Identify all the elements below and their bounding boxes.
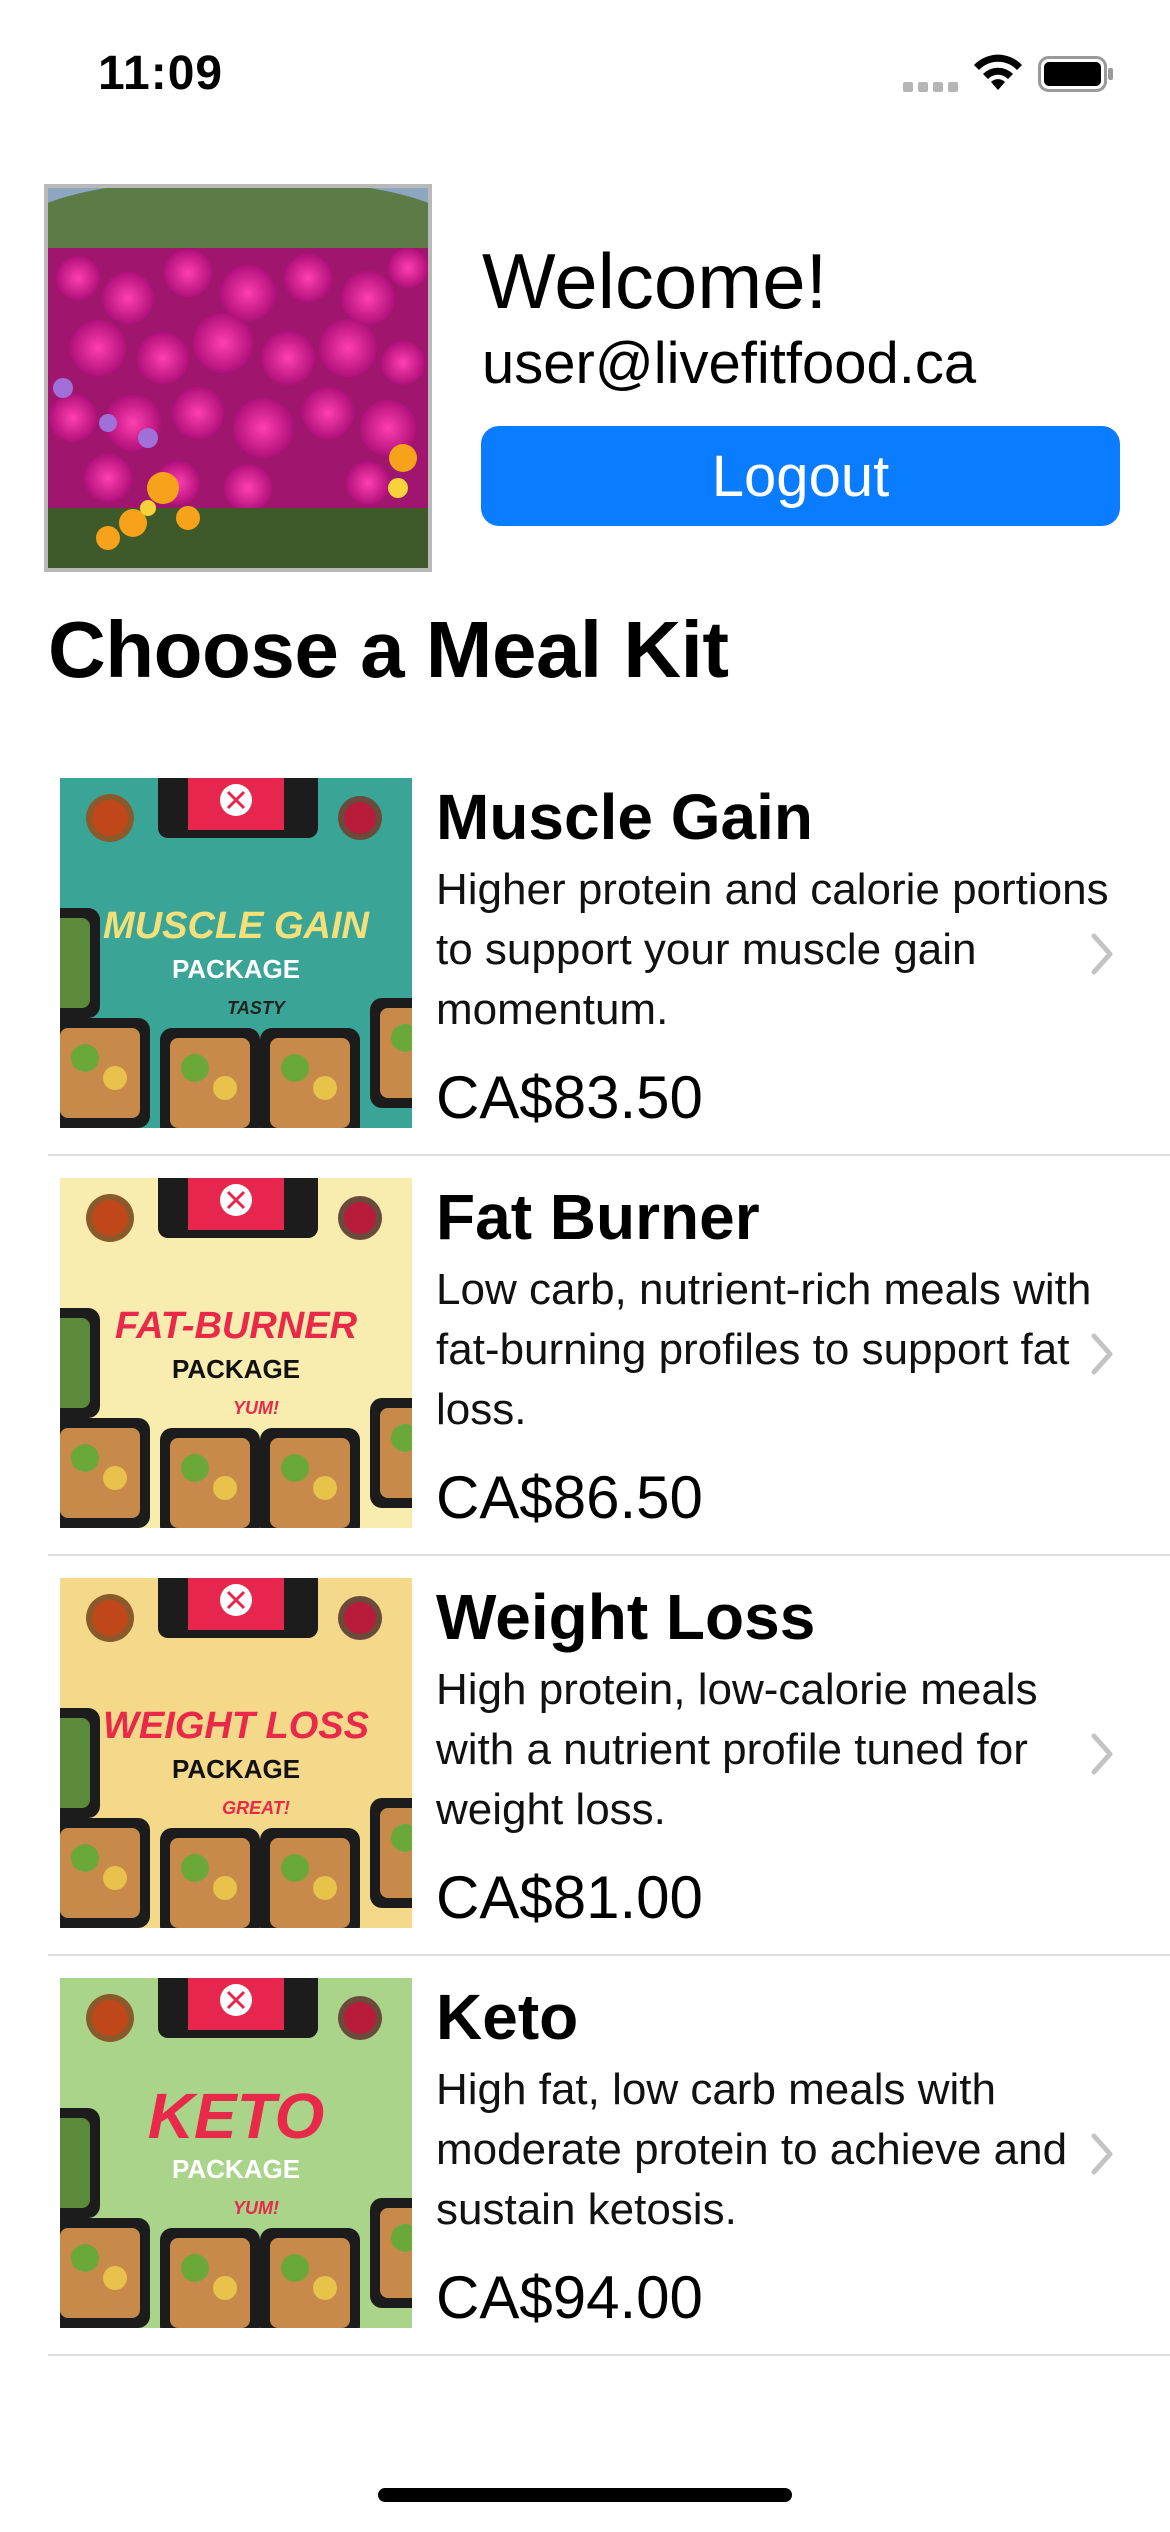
meal-image: WEIGHT LOSS PACKAGE GREAT! — [60, 1578, 412, 1928]
package-subtitle: PACKAGE — [172, 2154, 300, 2184]
status-time: 11:09 — [98, 47, 224, 100]
package-artwork: MUSCLE GAIN PACKAGE TASTY — [60, 778, 412, 1128]
meal-price: CA$81.00 — [436, 1864, 703, 1931]
package-artwork: FAT-BURNER PACKAGE YUM! — [60, 1178, 412, 1528]
chevron-right-icon — [1091, 1333, 1113, 1375]
package-subtitle: PACKAGE — [172, 954, 300, 984]
meal-price: CA$94.00 — [436, 2264, 703, 2331]
meal-name: Muscle Gain — [436, 781, 813, 853]
chevron-right-icon — [1091, 1733, 1113, 1775]
package-tag: GREAT! — [222, 1798, 290, 1818]
meal-image: KETO PACKAGE YUM! — [60, 1978, 412, 2328]
package-artwork: WEIGHT LOSS PACKAGE GREAT! — [60, 1578, 412, 1928]
meal-row[interactable]: WEIGHT LOSS PACKAGE GREAT! Weight Loss Hig… — [48, 1556, 1170, 1956]
meal-description: Higher protein and calorie portions to s… — [436, 865, 1109, 1034]
status-bar: 11:09 — [0, 0, 1170, 140]
battery-icon — [1038, 56, 1113, 92]
package-tag: YUM! — [233, 1398, 279, 1418]
welcome-title: Welcome! — [482, 237, 828, 325]
meal-row[interactable]: KETO PACKAGE YUM! Keto High fat, low carb … — [48, 1956, 1170, 2356]
meal-text: Keto High fat, low carb meals with moder… — [436, 1978, 1116, 2336]
package-subtitle: PACKAGE — [172, 1354, 300, 1384]
package-title: KETO — [148, 2080, 325, 2152]
user-email: user@livefitfood.ca — [482, 331, 977, 396]
chevron-right-icon — [1091, 2133, 1113, 2175]
meal-row[interactable]: MUSCLE GAIN PACKAGE TASTY Muscle Gain High… — [48, 756, 1170, 1156]
meal-text: Muscle Gain Higher protein and calorie p… — [436, 778, 1116, 1136]
meal-text: Weight Loss High protein, low-calorie me… — [436, 1578, 1116, 1936]
meal-name: Fat Burner — [436, 1181, 760, 1253]
meal-row[interactable]: FAT-BURNER PACKAGE YUM! Fat Burner Low car… — [48, 1156, 1170, 1556]
signal-icon — [903, 80, 959, 92]
meal-name: Keto — [436, 1981, 579, 2053]
meal-image: FAT-BURNER PACKAGE YUM! — [60, 1178, 412, 1528]
home-indicator[interactable] — [378, 2488, 792, 2502]
logout-button[interactable]: Logout — [481, 426, 1120, 526]
meal-description: Low carb, nutrient-rich meals with fat-b… — [436, 1265, 1092, 1434]
meal-price: CA$86.50 — [436, 1464, 703, 1531]
package-tag: YUM! — [233, 2198, 279, 2218]
package-subtitle: PACKAGE — [172, 1754, 300, 1784]
meal-description: High fat, low carb meals with moderate p… — [436, 2065, 1068, 2234]
meal-image: MUSCLE GAIN PACKAGE TASTY — [60, 778, 412, 1128]
meal-text: Fat Burner Low carb, nutrient-rich meals… — [436, 1178, 1116, 1536]
meal-name: Weight Loss — [436, 1581, 816, 1653]
package-tag: TASTY — [227, 998, 287, 1018]
wifi-icon — [974, 54, 1022, 90]
package-title: MUSCLE GAIN — [103, 905, 371, 947]
meal-price: CA$83.50 — [436, 1064, 703, 1131]
profile-photo — [44, 184, 432, 572]
section-title: Choose a Meal Kit — [48, 605, 729, 694]
meal-list: MUSCLE GAIN PACKAGE TASTY Muscle Gain High… — [48, 756, 1170, 2356]
chevron-right-icon — [1091, 933, 1113, 975]
package-artwork: KETOPACKAGE YUM! — [60, 1978, 412, 2328]
package-title: FAT-BURNER — [115, 1305, 358, 1347]
flowers-photo-icon — [48, 188, 428, 568]
meal-description: High protein, low-calorie meals with a n… — [436, 1665, 1038, 1834]
package-title: WEIGHT LOSS — [103, 1705, 369, 1747]
